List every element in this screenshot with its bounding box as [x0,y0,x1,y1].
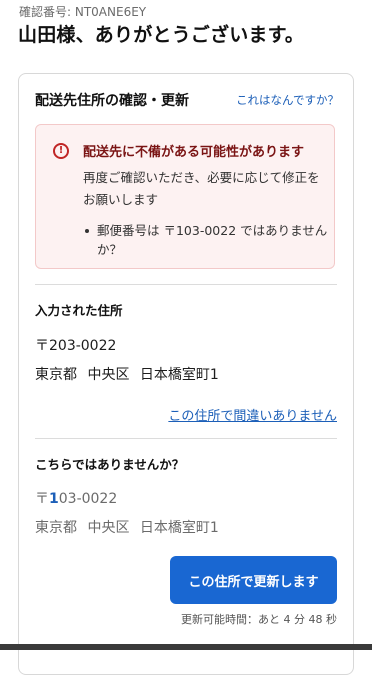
warning-title: 配送先に不備がある可能性があります [83,145,305,160]
suggested-address-label: こちらではありませんか？ [35,457,185,472]
update-address-button[interactable]: この住所で更新します [170,556,337,604]
warning-box: ! 配送先に不備がある可能性があります 再度ご確認いただき、必要に応じて修正をお… [35,124,335,269]
warning-list: 郵便番号は 〒103-0022 ではありませんか？ [83,221,328,259]
bottom-rule [0,644,372,650]
warning-list-item: 郵便番号は 〒103-0022 ではありませんか？ [83,221,328,259]
zip-prefix: 〒 [35,491,49,507]
update-time-remaining: 更新可能時間：あと 4 分 48 秒 [181,613,337,626]
divider [35,284,337,285]
entered-zip: 〒203-0022 [35,338,117,354]
help-link[interactable]: これはなんですか？ [236,92,339,108]
suggested-address: 東京都 中央区 日本橋室町1 [35,520,219,536]
entered-address-label: 入力された住所 [35,303,123,318]
keep-address-link[interactable]: この住所で間違いありません [168,405,337,424]
warning-body: 再度ご確認いただき、必要に応じて修正をお願いします [83,170,320,207]
card-title: 配送先住所の確認・更新 [35,93,189,109]
page-title: 山田様、ありがとうございます。 [18,24,305,46]
zip-rest: 03-0022 [58,491,118,507]
address-card: 配送先住所の確認・更新 これはなんですか？ ! 配送先に不備がある可能性がありま… [18,73,354,675]
card-header: 配送先住所の確認・更新 これはなんですか？ [35,90,339,112]
suggested-zip: 〒103-0022 [35,488,117,508]
divider [35,438,337,439]
zip-changed-digit: 1 [49,491,59,507]
exclamation-circle-icon: ! [53,143,69,159]
confirmation-number: 確認番号: NT0ANE6EY [19,5,147,19]
entered-address: 東京都 中央区 日本橋室町1 [35,367,219,383]
